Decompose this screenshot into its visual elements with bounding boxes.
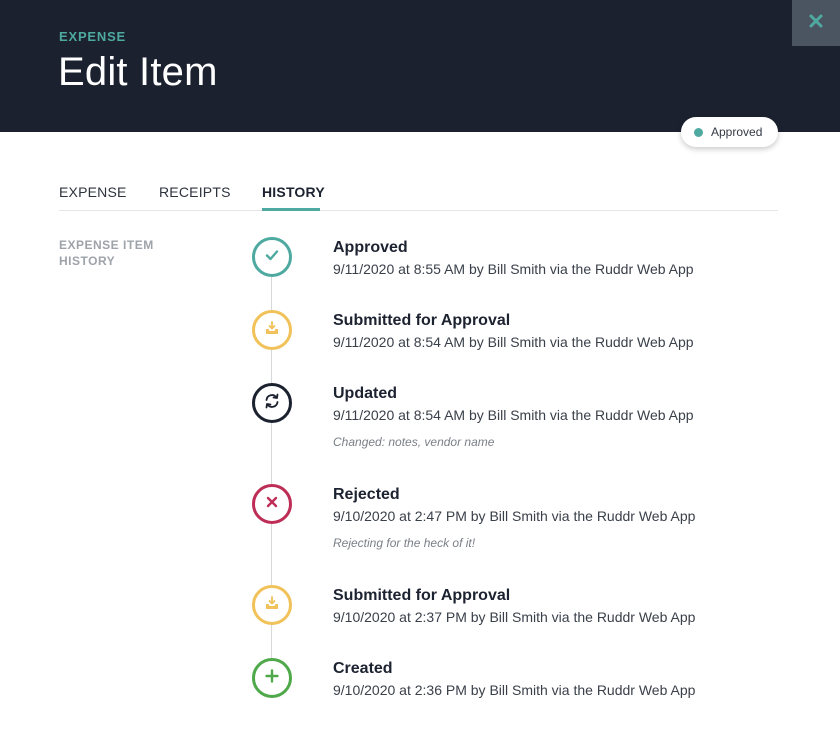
history-item-title: Updated [333, 385, 397, 402]
plus-icon [264, 668, 280, 689]
history-item-meta: 9/10/2020 at 2:37 PM by Bill Smith via t… [333, 609, 696, 625]
history-item-title: Approved [333, 239, 408, 256]
sync-icon [263, 392, 281, 415]
history-item-meta: 9/11/2020 at 8:54 AM by Bill Smith via t… [333, 407, 694, 423]
timeline-node-created [252, 658, 292, 698]
history-item: Rejected 9/10/2020 at 2:47 PM by Bill Sm… [333, 485, 695, 550]
history-item: Submitted for Approval 9/11/2020 at 8:54… [333, 311, 694, 352]
section-label: EXPENSE ITEM HISTORY [59, 238, 154, 268]
close-button[interactable] [792, 0, 840, 46]
history-item: Created 9/10/2020 at 2:36 PM by Bill Smi… [333, 659, 695, 700]
tab-bar: EXPENSE RECEIPTS HISTORY [59, 180, 778, 211]
status-badge: Approved [681, 117, 778, 147]
history-item: Submitted for Approval 9/10/2020 at 2:37… [333, 586, 695, 627]
timeline-node-approved [252, 237, 292, 277]
status-label: Approved [711, 125, 763, 139]
tab-receipts[interactable]: RECEIPTS [159, 184, 231, 200]
active-tab-indicator [262, 208, 320, 211]
timeline-node-submitted [252, 585, 292, 625]
history-item-title: Rejected [333, 486, 400, 503]
page-title: Edit Item [58, 50, 218, 94]
timeline-node-rejected [252, 484, 292, 524]
tab-history[interactable]: HISTORY [262, 184, 325, 200]
history-item-note: Rejecting for the heck of it! [333, 536, 476, 550]
history-item-title: Created [333, 660, 393, 677]
timeline-node-submitted [252, 310, 292, 350]
inbox-download-icon [264, 595, 280, 616]
history-item-meta: 9/10/2020 at 2:47 PM by Bill Smith via t… [333, 508, 696, 524]
history-item-meta: 9/11/2020 at 8:55 AM by Bill Smith via t… [333, 261, 694, 277]
modal-header: EXPENSE Edit Item [0, 0, 840, 132]
timeline-node-updated [252, 383, 292, 423]
history-item-meta: 9/11/2020 at 8:54 AM by Bill Smith via t… [333, 334, 694, 350]
history-item-title: Submitted for Approval [333, 312, 511, 329]
tab-expense[interactable]: EXPENSE [59, 184, 127, 200]
check-icon [264, 247, 280, 268]
history-item: Approved 9/11/2020 at 8:55 AM by Bill Sm… [333, 238, 694, 279]
status-dot [694, 127, 703, 137]
history-item-meta: 9/10/2020 at 2:36 PM by Bill Smith via t… [333, 682, 696, 698]
header-kicker: EXPENSE [59, 29, 127, 44]
x-icon [265, 495, 279, 514]
history-item: Updated 9/11/2020 at 8:54 AM by Bill Smi… [333, 384, 694, 449]
history-item-note: Changed: notes, vendor name [333, 435, 495, 449]
history-item-title: Submitted for Approval [333, 587, 511, 604]
close-icon [809, 14, 823, 33]
inbox-download-icon [264, 320, 280, 341]
